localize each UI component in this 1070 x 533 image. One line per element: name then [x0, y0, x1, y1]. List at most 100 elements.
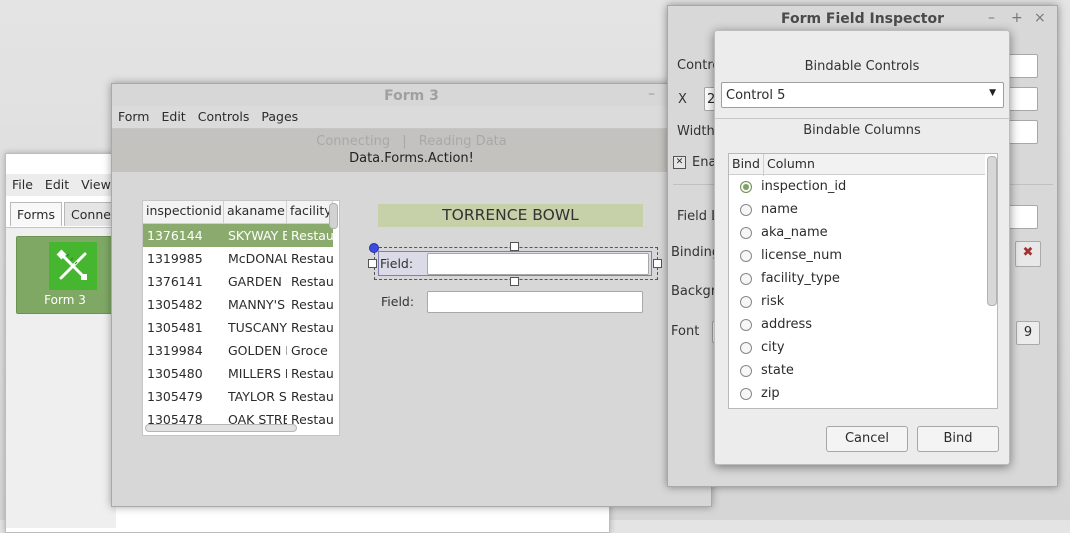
table-body: 1376144 SKYWAY B Restau 1319985 McDONAL Resta… — [143, 224, 333, 431]
table-cell: McDONAL — [228, 251, 287, 266]
column-name: license_num — [761, 248, 843, 263]
menu-controls[interactable]: Controls — [192, 106, 256, 128]
enabled-checkbox[interactable]: ✕ — [673, 156, 686, 169]
list-item[interactable]: zip — [729, 382, 985, 405]
enabled-label: Ena — [692, 155, 717, 170]
bind-radio[interactable] — [740, 318, 752, 331]
label-control[interactable]: TORRENCE BOWL — [378, 204, 643, 227]
clear-binding-icon[interactable]: ✖ — [1015, 241, 1041, 267]
table-cell: MANNY'S — [228, 297, 286, 312]
table-cell: Groce — [291, 343, 328, 358]
bind-radio[interactable] — [740, 295, 752, 308]
form-design-icon — [49, 242, 97, 290]
window-title: Form 3 — [384, 88, 439, 104]
bind-radio[interactable] — [740, 272, 752, 285]
table-vertical-scrollbar[interactable] — [329, 203, 338, 229]
field2-input[interactable] — [427, 291, 643, 313]
close-button[interactable]: × — [1034, 10, 1046, 26]
list-item[interactable]: aka_name — [729, 221, 985, 244]
step-separator: | — [402, 134, 407, 149]
menu-form[interactable]: Form — [112, 106, 156, 128]
bind-radio[interactable] — [740, 203, 752, 216]
resize-handle-bottom[interactable] — [510, 277, 519, 286]
table-row[interactable]: 1319984 GOLDEN F Groce — [143, 339, 333, 362]
table-cell: 1305479 — [147, 389, 203, 404]
table-cell: Restau — [291, 366, 333, 381]
column-name: aka_name — [761, 225, 828, 240]
control-combobox[interactable]: Control 5 ▼ — [721, 82, 1004, 108]
menu-pages[interactable]: Pages — [255, 106, 304, 128]
bind-button[interactable]: Bind — [917, 426, 999, 452]
form-tile-label: Form 3 — [44, 293, 86, 307]
bind-dialog: Bindable Controls Control 5 ▼ Bindable C… — [714, 30, 1010, 465]
menu-edit[interactable]: Edit — [156, 106, 192, 128]
bind-radio[interactable] — [740, 226, 752, 239]
column-name: name — [761, 202, 798, 217]
forms-panel: Form 3 — [6, 227, 116, 528]
list-item[interactable]: state — [729, 359, 985, 382]
table-header: inspectionid akaname facility — [143, 201, 333, 224]
table-cell: TAYLOR S — [228, 389, 287, 404]
field-label-label: Field L — [677, 209, 719, 224]
table-row[interactable]: 1305480 MILLERS I Restau — [143, 362, 333, 385]
resize-handle-top[interactable] — [510, 242, 519, 251]
table-cell: SKYWAY B — [228, 228, 287, 243]
x-label: X — [678, 92, 687, 107]
form-tile[interactable]: Form 3 — [16, 236, 114, 314]
bind-radio[interactable] — [740, 387, 752, 400]
status-area: Connecting | Reading Data Data.Forms.Act… — [112, 129, 711, 172]
column-header-column[interactable]: Column — [764, 154, 985, 176]
list-item[interactable]: inspection_id — [729, 175, 985, 198]
list-item[interactable]: license_num — [729, 244, 985, 267]
resize-handle-left[interactable] — [368, 259, 377, 268]
table-cell: 1376141 — [147, 274, 203, 289]
step-connecting: Connecting — [316, 134, 391, 149]
columns-list[interactable]: Bind Column inspection_idname aka_namelic… — [728, 153, 998, 409]
field1-input[interactable] — [427, 253, 649, 275]
table-cell: 1319985 — [147, 251, 203, 266]
list-item[interactable]: name — [729, 198, 985, 221]
bind-radio[interactable] — [740, 341, 752, 354]
table-cell: Restau — [291, 389, 333, 404]
list-item[interactable]: facility_type — [729, 267, 985, 290]
cancel-button[interactable]: Cancel — [826, 426, 908, 452]
column-name: facility_type — [761, 271, 840, 286]
font-size-value[interactable]: 9 — [1016, 321, 1040, 345]
column-header-inspectionid[interactable]: inspectionid — [143, 201, 224, 223]
table-row[interactable]: 1376141 GARDEN I Restau — [143, 270, 333, 293]
font-label: Font — [671, 324, 700, 339]
list-item[interactable]: risk — [729, 290, 985, 313]
selection-anchor-handle[interactable] — [369, 243, 379, 253]
table-row[interactable]: 1305482 MANNY'S Restau — [143, 293, 333, 316]
table-horizontal-scrollbar[interactable] — [145, 424, 297, 432]
table-row[interactable]: 1376144 SKYWAY B Restau — [143, 224, 333, 247]
resize-handle-right[interactable] — [653, 259, 662, 268]
bind-radio[interactable] — [740, 180, 752, 193]
table-row[interactable]: 1305479 TAYLOR S Restau — [143, 385, 333, 408]
column-header-facility[interactable]: facility — [287, 201, 333, 223]
data-table[interactable]: inspectionid akaname facility 1376144 SKY… — [142, 200, 340, 436]
list-item[interactable]: city — [729, 336, 985, 359]
background-label: Backgr — [671, 284, 717, 299]
table-cell: 1376144 — [147, 228, 203, 243]
column-name: inspection_id — [761, 179, 847, 194]
list-vertical-scrollbar[interactable] — [987, 156, 997, 306]
column-header-bind[interactable]: Bind — [729, 154, 764, 176]
table-cell: GOLDEN F — [228, 343, 287, 358]
table-row[interactable]: 1305481 TUSCANY Restau — [143, 316, 333, 339]
tab-forms[interactable]: Forms — [10, 202, 63, 226]
field1-label: Field: — [380, 256, 414, 271]
column-header-akaname[interactable]: akaname — [224, 201, 287, 223]
minimize-button[interactable]: – — [648, 86, 655, 102]
menu-edit[interactable]: Edit — [39, 174, 75, 196]
minimize-button[interactable]: – — [988, 10, 995, 26]
list-item[interactable]: address — [729, 313, 985, 336]
maximize-button[interactable]: + — [1011, 10, 1023, 26]
table-row[interactable]: 1319985 McDONAL Restau — [143, 247, 333, 270]
field2-label: Field: — [381, 294, 415, 309]
bind-radio[interactable] — [740, 364, 752, 377]
bind-radio[interactable] — [740, 249, 752, 262]
table-cell: 1305482 — [147, 297, 203, 312]
menu-file[interactable]: File — [6, 174, 39, 196]
dropdown-arrow-icon: ▼ — [989, 88, 996, 98]
